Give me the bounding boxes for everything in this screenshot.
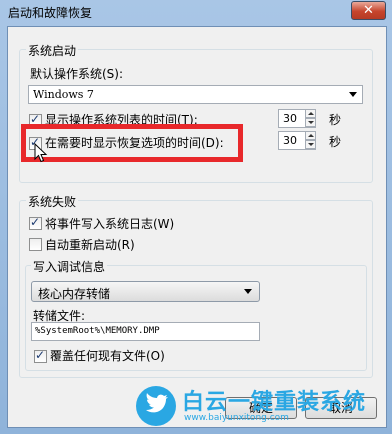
show-os-list-value: 30: [283, 112, 297, 125]
chevron-down-icon: [244, 289, 252, 294]
chevron-down-icon: [349, 92, 357, 97]
show-recovery-unit: 秒: [329, 135, 342, 149]
show-recovery-spinner[interactable]: 30: [278, 131, 316, 150]
system-failure-label: 系统失败: [26, 193, 79, 210]
show-os-list-unit: 秒: [329, 113, 342, 127]
spin-up-icon[interactable]: [305, 109, 316, 118]
spin-down-icon[interactable]: [305, 118, 316, 127]
close-icon: ✕: [363, 3, 374, 18]
debug-info-label: 写入调试信息: [31, 258, 108, 275]
overwrite-label: 覆盖任何现有文件(O): [50, 349, 165, 363]
dump-file-input[interactable]: %SystemRoot%\MEMORY.DMP: [31, 322, 260, 341]
show-recovery-value: 30: [283, 134, 297, 147]
dialog-window: 启动和故障恢复 ✕ 系统启动 默认操作系统(S): Windows 7 显示操作…: [0, 0, 392, 434]
spin-down-icon[interactable]: [305, 140, 316, 149]
dump-file-value: %SystemRoot%\MEMORY.DMP: [35, 326, 160, 336]
highlight-box: [21, 124, 243, 162]
system-startup-label: 系统启动: [26, 42, 79, 59]
show-os-list-spinner[interactable]: 30: [278, 109, 316, 128]
window-title: 启动和故障恢复: [8, 6, 93, 20]
mouse-cursor-icon: [34, 143, 48, 163]
title-bar[interactable]: 启动和故障恢复 ✕: [0, 0, 392, 26]
default-os-label: 默认操作系统(S):: [30, 67, 124, 81]
write-event-log-label: 将事件写入系统日志(W): [45, 217, 175, 231]
default-os-select[interactable]: Windows 7: [28, 85, 363, 104]
watermark: 白云一键重装系统 www.baiyunxitong.com: [136, 386, 386, 430]
overwrite-checkbox[interactable]: [34, 348, 47, 363]
write-event-log-checkbox[interactable]: [29, 215, 42, 230]
dump-type-value: 核心内存转储: [38, 287, 111, 301]
twitter-bird-icon: [136, 386, 176, 426]
dump-type-select[interactable]: 核心内存转储: [31, 281, 260, 302]
watermark-title: 白云一键重装系统: [182, 390, 367, 415]
close-button[interactable]: ✕: [351, 1, 386, 20]
spin-up-icon[interactable]: [305, 131, 316, 140]
watermark-url: www.baiyunxitong.com: [184, 413, 289, 423]
auto-restart-checkbox[interactable]: [29, 238, 42, 251]
dialog-client-area: 系统启动 默认操作系统(S): Windows 7 显示操作系统列表的时间(T)…: [7, 26, 387, 428]
auto-restart-label: 自动重新启动(R): [45, 238, 135, 252]
default-os-value: Windows 7: [33, 88, 94, 101]
